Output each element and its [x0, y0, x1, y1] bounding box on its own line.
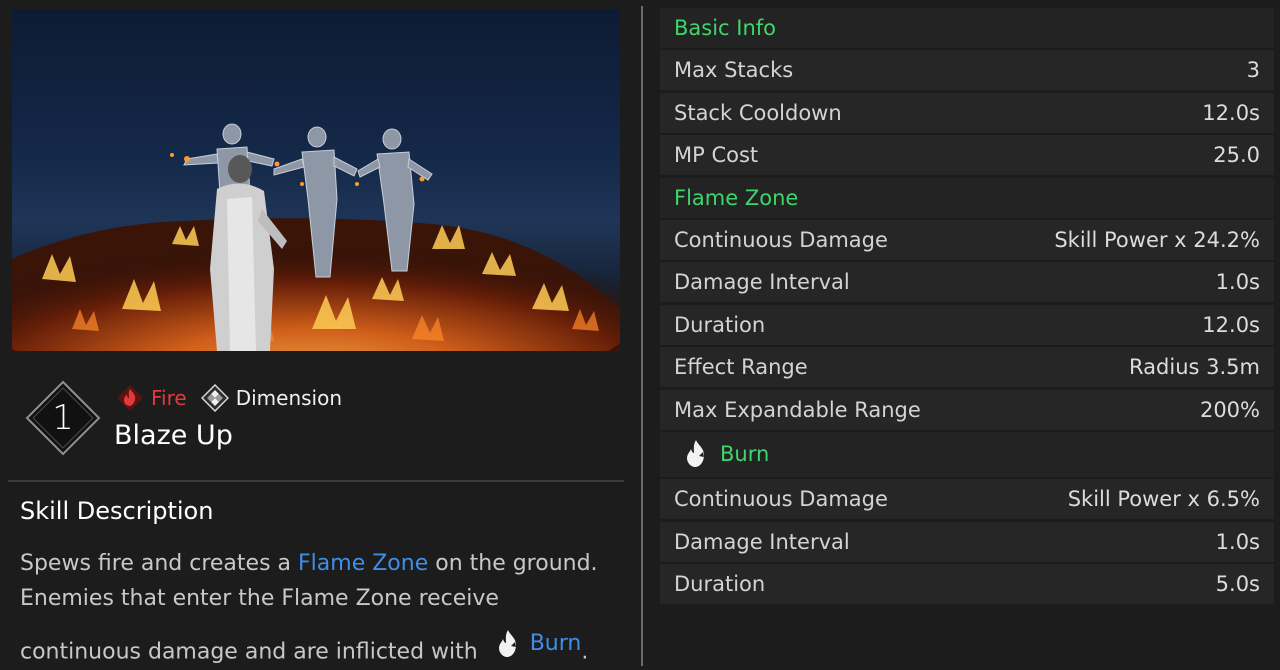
stat-label: Duration — [674, 572, 766, 597]
desc-line1-a: Spews fire and creates a — [20, 551, 299, 576]
desc-line3-b: . — [581, 639, 589, 665]
section-flame-zone: Flame Zone — [660, 177, 1274, 218]
stat-value: 1.0s — [1215, 529, 1260, 554]
stat-label: Continuous Damage — [674, 487, 888, 512]
stat-row: MP Cost 25.0 — [660, 135, 1274, 176]
tag-dimension-label: Dimension — [235, 386, 343, 410]
burn-icon — [687, 440, 704, 468]
skill-slot-number: 1 — [52, 398, 74, 438]
stat-label: Stack Cooldown — [674, 100, 842, 125]
stat-label: Duration — [674, 312, 766, 337]
stat-row: Continuous Damage Skill Power x 6.5% — [660, 479, 1274, 520]
section-divider — [8, 480, 624, 482]
stat-label: MP Cost — [674, 143, 759, 168]
stat-value: 3 — [1246, 58, 1260, 83]
desc-line2: Enemies that enter the Flame Zone receiv… — [20, 586, 499, 611]
skill-preview-video[interactable] — [12, 9, 620, 351]
stat-row: Stack Cooldown 12.0s — [660, 92, 1274, 133]
stat-value: Skill Power x 6.5% — [1067, 487, 1260, 512]
skill-description-title: Skill Description — [20, 497, 214, 525]
flame-zone-link[interactable]: Flame Zone — [298, 551, 428, 576]
stat-label: Damage Interval — [674, 529, 850, 554]
stat-value: 12.0s — [1202, 312, 1260, 337]
stat-value: 25.0 — [1213, 143, 1260, 168]
skill-detail-panel: 1 Fire Dimension Blaze Up Skill Descript… — [0, 0, 640, 666]
skill-description-text: Spews fire and creates a Flame Zone on t… — [20, 546, 620, 670]
stat-value: 200% — [1199, 397, 1260, 422]
stat-label: Effect Range — [674, 355, 808, 380]
section-title: Flame Zone — [674, 185, 799, 210]
skill-slot-badge: 1 — [25, 380, 101, 456]
desc-line1-b: on the ground. — [428, 551, 598, 576]
section-burn: Burn — [660, 431, 1274, 477]
stat-label: Damage Interval — [674, 270, 850, 295]
stat-value: 12.0s — [1202, 100, 1260, 125]
burn-link[interactable]: Burn — [530, 626, 582, 661]
stat-row: Duration 5.0s — [660, 564, 1274, 605]
stat-label: Max Stacks — [674, 58, 794, 83]
stat-value: Skill Power x 24.2% — [1054, 227, 1260, 252]
stat-label: Max Expandable Range — [674, 397, 921, 422]
stat-value: 5.0s — [1215, 572, 1260, 597]
tag-fire: Fire — [116, 384, 187, 412]
stat-row: Max Stacks 3 — [660, 50, 1274, 91]
stat-row: Duration 12.0s — [660, 304, 1274, 345]
burn-icon — [498, 629, 516, 657]
stat-row: Continuous Damage Skill Power x 24.2% — [660, 219, 1274, 260]
stat-value: Radius 3.5m — [1129, 355, 1260, 380]
dimension-icon — [200, 384, 229, 412]
stat-row: Damage Interval 1.0s — [660, 262, 1274, 303]
stat-row: Max Expandable Range 200% — [660, 389, 1274, 430]
burn-inline[interactable]: Burn — [478, 626, 582, 661]
skill-stats-panel: Basic Info Max Stacks 3 Stack Cooldown 1… — [660, 8, 1274, 606]
stat-row: Effect Range Radius 3.5m — [660, 347, 1274, 388]
stat-value: 1.0s — [1215, 270, 1260, 295]
tag-dimension: Dimension — [200, 384, 343, 412]
section-title: Burn — [720, 442, 770, 467]
fire-element-icon — [117, 385, 143, 411]
tag-fire-label: Fire — [151, 386, 187, 410]
stat-label: Continuous Damage — [674, 227, 888, 252]
skill-name: Blaze Up — [114, 420, 233, 451]
stat-row: Damage Interval 1.0s — [660, 521, 1274, 562]
section-basic-info: Basic Info — [660, 8, 1274, 48]
desc-line3: continuous damage and are inflicted with… — [20, 626, 620, 670]
panel-divider — [641, 6, 643, 666]
section-title: Basic Info — [674, 16, 777, 40]
skill-header: 1 Fire Dimension Blaze Up — [0, 360, 640, 478]
desc-line3-a: continuous damage and are inflicted with — [20, 639, 478, 665]
skill-preview-image — [12, 123, 620, 351]
skill-tags: Fire Dimension — [116, 384, 356, 412]
